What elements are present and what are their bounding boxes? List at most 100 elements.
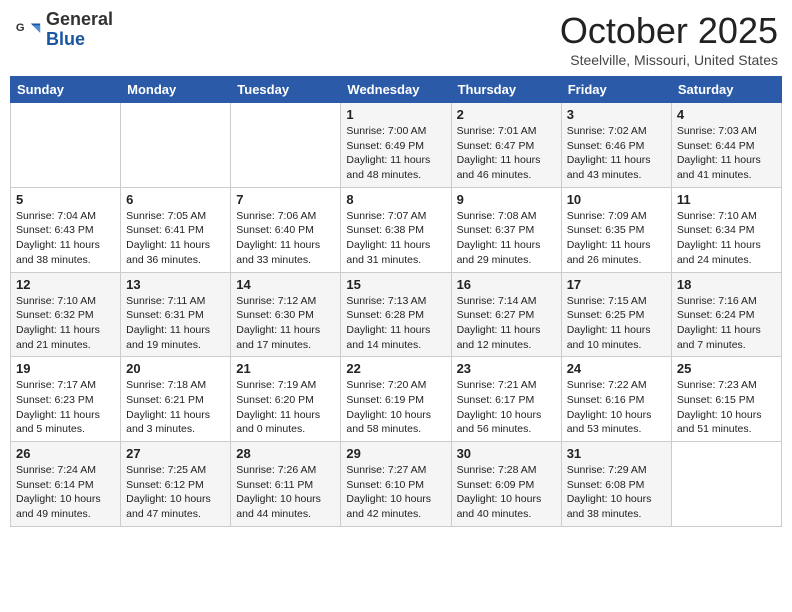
calendar-cell: 1Sunrise: 7:00 AM Sunset: 6:49 PM Daylig… bbox=[341, 103, 451, 188]
calendar-cell: 25 Sunrise: 7:23 AM Sunset: 6:15 PM Dayli… bbox=[671, 357, 781, 442]
calendar-cell bbox=[11, 103, 121, 188]
weekday-header: Saturday bbox=[671, 77, 781, 103]
day-number: 30 bbox=[457, 446, 556, 461]
calendar-cell: 30 Sunrise: 7:28 AM Sunset: 6:09 PM Dayli… bbox=[451, 442, 561, 527]
day-number: 20 bbox=[126, 361, 225, 376]
day-info: Sunrise: 7:14 AM Sunset: 6:27 PM Dayligh… bbox=[457, 294, 556, 353]
logo-text: General Blue bbox=[46, 10, 113, 50]
calendar-cell: 7 Sunrise: 7:06 AM Sunset: 6:40 PM Daylig… bbox=[231, 187, 341, 272]
calendar-week-row: 12Sunrise: 7:10 AM Sunset: 6:32 PM Dayli… bbox=[11, 272, 782, 357]
day-info: Sunrise: 7:03 AM Sunset: 6:44 PM Dayligh… bbox=[677, 124, 776, 183]
calendar-cell: 10 Sunrise: 7:09 AM Sunset: 6:35 PM Dayli… bbox=[561, 187, 671, 272]
day-info: Sunrise: 7:26 AM Sunset: 6:11 PM Dayligh… bbox=[236, 463, 335, 522]
day-info: Sunrise: 7:22 AM Sunset: 6:16 PM Dayligh… bbox=[567, 378, 666, 437]
day-number: 28 bbox=[236, 446, 335, 461]
month-title: October 2025 bbox=[560, 10, 778, 52]
day-number: 24 bbox=[567, 361, 666, 376]
day-info: Sunrise: 7:10 AM Sunset: 6:32 PM Dayligh… bbox=[16, 294, 115, 353]
day-info: Sunrise: 7:12 AM Sunset: 6:30 PM Dayligh… bbox=[236, 294, 335, 353]
day-info: Sunrise: 7:20 AM Sunset: 6:19 PM Dayligh… bbox=[346, 378, 445, 437]
calendar-cell: 18 Sunrise: 7:16 AM Sunset: 6:24 PM Dayli… bbox=[671, 272, 781, 357]
day-number: 13 bbox=[126, 277, 225, 292]
day-info: Sunrise: 7:19 AM Sunset: 6:20 PM Dayligh… bbox=[236, 378, 335, 437]
day-number: 17 bbox=[567, 277, 666, 292]
calendar-week-row: 1Sunrise: 7:00 AM Sunset: 6:49 PM Daylig… bbox=[11, 103, 782, 188]
weekday-header: Thursday bbox=[451, 77, 561, 103]
calendar-cell: 28 Sunrise: 7:26 AM Sunset: 6:11 PM Dayli… bbox=[231, 442, 341, 527]
day-info: Sunrise: 7:18 AM Sunset: 6:21 PM Dayligh… bbox=[126, 378, 225, 437]
calendar-cell: 22Sunrise: 7:20 AM Sunset: 6:19 PM Dayli… bbox=[341, 357, 451, 442]
title-block: October 2025 Steelville, Missouri, Unite… bbox=[560, 10, 778, 68]
svg-text:G: G bbox=[16, 22, 25, 34]
day-info: Sunrise: 7:09 AM Sunset: 6:35 PM Dayligh… bbox=[567, 209, 666, 268]
weekday-header: Friday bbox=[561, 77, 671, 103]
day-number: 9 bbox=[457, 192, 556, 207]
calendar-cell: 24 Sunrise: 7:22 AM Sunset: 6:16 PM Dayli… bbox=[561, 357, 671, 442]
day-number: 18 bbox=[677, 277, 776, 292]
day-number: 21 bbox=[236, 361, 335, 376]
logo-blue: Blue bbox=[46, 30, 113, 50]
day-info: Sunrise: 7:11 AM Sunset: 6:31 PM Dayligh… bbox=[126, 294, 225, 353]
calendar-week-row: 26Sunrise: 7:24 AM Sunset: 6:14 PM Dayli… bbox=[11, 442, 782, 527]
day-info: Sunrise: 7:29 AM Sunset: 6:08 PM Dayligh… bbox=[567, 463, 666, 522]
weekday-header: Monday bbox=[121, 77, 231, 103]
day-number: 8 bbox=[346, 192, 445, 207]
day-info: Sunrise: 7:16 AM Sunset: 6:24 PM Dayligh… bbox=[677, 294, 776, 353]
day-info: Sunrise: 7:23 AM Sunset: 6:15 PM Dayligh… bbox=[677, 378, 776, 437]
day-info: Sunrise: 7:01 AM Sunset: 6:47 PM Dayligh… bbox=[457, 124, 556, 183]
day-number: 7 bbox=[236, 192, 335, 207]
calendar-cell: 23 Sunrise: 7:21 AM Sunset: 6:17 PM Dayli… bbox=[451, 357, 561, 442]
day-number: 4 bbox=[677, 107, 776, 122]
calendar-cell: 4 Sunrise: 7:03 AM Sunset: 6:44 PM Daylig… bbox=[671, 103, 781, 188]
day-number: 15 bbox=[346, 277, 445, 292]
calendar-cell: 8 Sunrise: 7:07 AM Sunset: 6:38 PM Daylig… bbox=[341, 187, 451, 272]
day-info: Sunrise: 7:05 AM Sunset: 6:41 PM Dayligh… bbox=[126, 209, 225, 268]
day-number: 11 bbox=[677, 192, 776, 207]
day-number: 3 bbox=[567, 107, 666, 122]
day-number: 29 bbox=[346, 446, 445, 461]
day-info: Sunrise: 7:28 AM Sunset: 6:09 PM Dayligh… bbox=[457, 463, 556, 522]
location-subtitle: Steelville, Missouri, United States bbox=[560, 52, 778, 68]
day-info: Sunrise: 7:27 AM Sunset: 6:10 PM Dayligh… bbox=[346, 463, 445, 522]
day-number: 27 bbox=[126, 446, 225, 461]
day-info: Sunrise: 7:13 AM Sunset: 6:28 PM Dayligh… bbox=[346, 294, 445, 353]
day-info: Sunrise: 7:07 AM Sunset: 6:38 PM Dayligh… bbox=[346, 209, 445, 268]
calendar-cell: 12Sunrise: 7:10 AM Sunset: 6:32 PM Dayli… bbox=[11, 272, 121, 357]
calendar-cell: 16 Sunrise: 7:14 AM Sunset: 6:27 PM Dayli… bbox=[451, 272, 561, 357]
day-number: 6 bbox=[126, 192, 225, 207]
day-info: Sunrise: 7:21 AM Sunset: 6:17 PM Dayligh… bbox=[457, 378, 556, 437]
day-number: 23 bbox=[457, 361, 556, 376]
logo-icon: G bbox=[14, 16, 42, 44]
calendar-cell: 3 Sunrise: 7:02 AM Sunset: 6:46 PM Daylig… bbox=[561, 103, 671, 188]
day-number: 1 bbox=[346, 107, 445, 122]
calendar-cell: 31Sunrise: 7:29 AM Sunset: 6:08 PM Dayli… bbox=[561, 442, 671, 527]
day-info: Sunrise: 7:25 AM Sunset: 6:12 PM Dayligh… bbox=[126, 463, 225, 522]
calendar-table: SundayMondayTuesdayWednesdayThursdayFrid… bbox=[10, 76, 782, 527]
logo: G General Blue bbox=[14, 10, 113, 50]
calendar-week-row: 19Sunrise: 7:17 AM Sunset: 6:23 PM Dayli… bbox=[11, 357, 782, 442]
day-number: 25 bbox=[677, 361, 776, 376]
day-number: 10 bbox=[567, 192, 666, 207]
weekday-header-row: SundayMondayTuesdayWednesdayThursdayFrid… bbox=[11, 77, 782, 103]
day-info: Sunrise: 7:04 AM Sunset: 6:43 PM Dayligh… bbox=[16, 209, 115, 268]
day-number: 16 bbox=[457, 277, 556, 292]
weekday-header: Wednesday bbox=[341, 77, 451, 103]
calendar-cell: 21 Sunrise: 7:19 AM Sunset: 6:20 PM Dayli… bbox=[231, 357, 341, 442]
calendar-cell: 20 Sunrise: 7:18 AM Sunset: 6:21 PM Dayli… bbox=[121, 357, 231, 442]
day-number: 19 bbox=[16, 361, 115, 376]
day-info: Sunrise: 7:06 AM Sunset: 6:40 PM Dayligh… bbox=[236, 209, 335, 268]
calendar-cell: 15 Sunrise: 7:13 AM Sunset: 6:28 PM Dayli… bbox=[341, 272, 451, 357]
calendar-week-row: 5 Sunrise: 7:04 AM Sunset: 6:43 PM Daylig… bbox=[11, 187, 782, 272]
day-number: 5 bbox=[16, 192, 115, 207]
calendar-cell: 2 Sunrise: 7:01 AM Sunset: 6:47 PM Daylig… bbox=[451, 103, 561, 188]
calendar-cell: 27 Sunrise: 7:25 AM Sunset: 6:12 PM Dayli… bbox=[121, 442, 231, 527]
day-number: 2 bbox=[457, 107, 556, 122]
weekday-header: Tuesday bbox=[231, 77, 341, 103]
calendar-cell: 19Sunrise: 7:17 AM Sunset: 6:23 PM Dayli… bbox=[11, 357, 121, 442]
calendar-cell: 13 Sunrise: 7:11 AM Sunset: 6:31 PM Dayli… bbox=[121, 272, 231, 357]
calendar-cell: 29 Sunrise: 7:27 AM Sunset: 6:10 PM Dayli… bbox=[341, 442, 451, 527]
weekday-header: Sunday bbox=[11, 77, 121, 103]
day-info: Sunrise: 7:02 AM Sunset: 6:46 PM Dayligh… bbox=[567, 124, 666, 183]
calendar-cell: 26Sunrise: 7:24 AM Sunset: 6:14 PM Dayli… bbox=[11, 442, 121, 527]
calendar-cell: 5 Sunrise: 7:04 AM Sunset: 6:43 PM Daylig… bbox=[11, 187, 121, 272]
